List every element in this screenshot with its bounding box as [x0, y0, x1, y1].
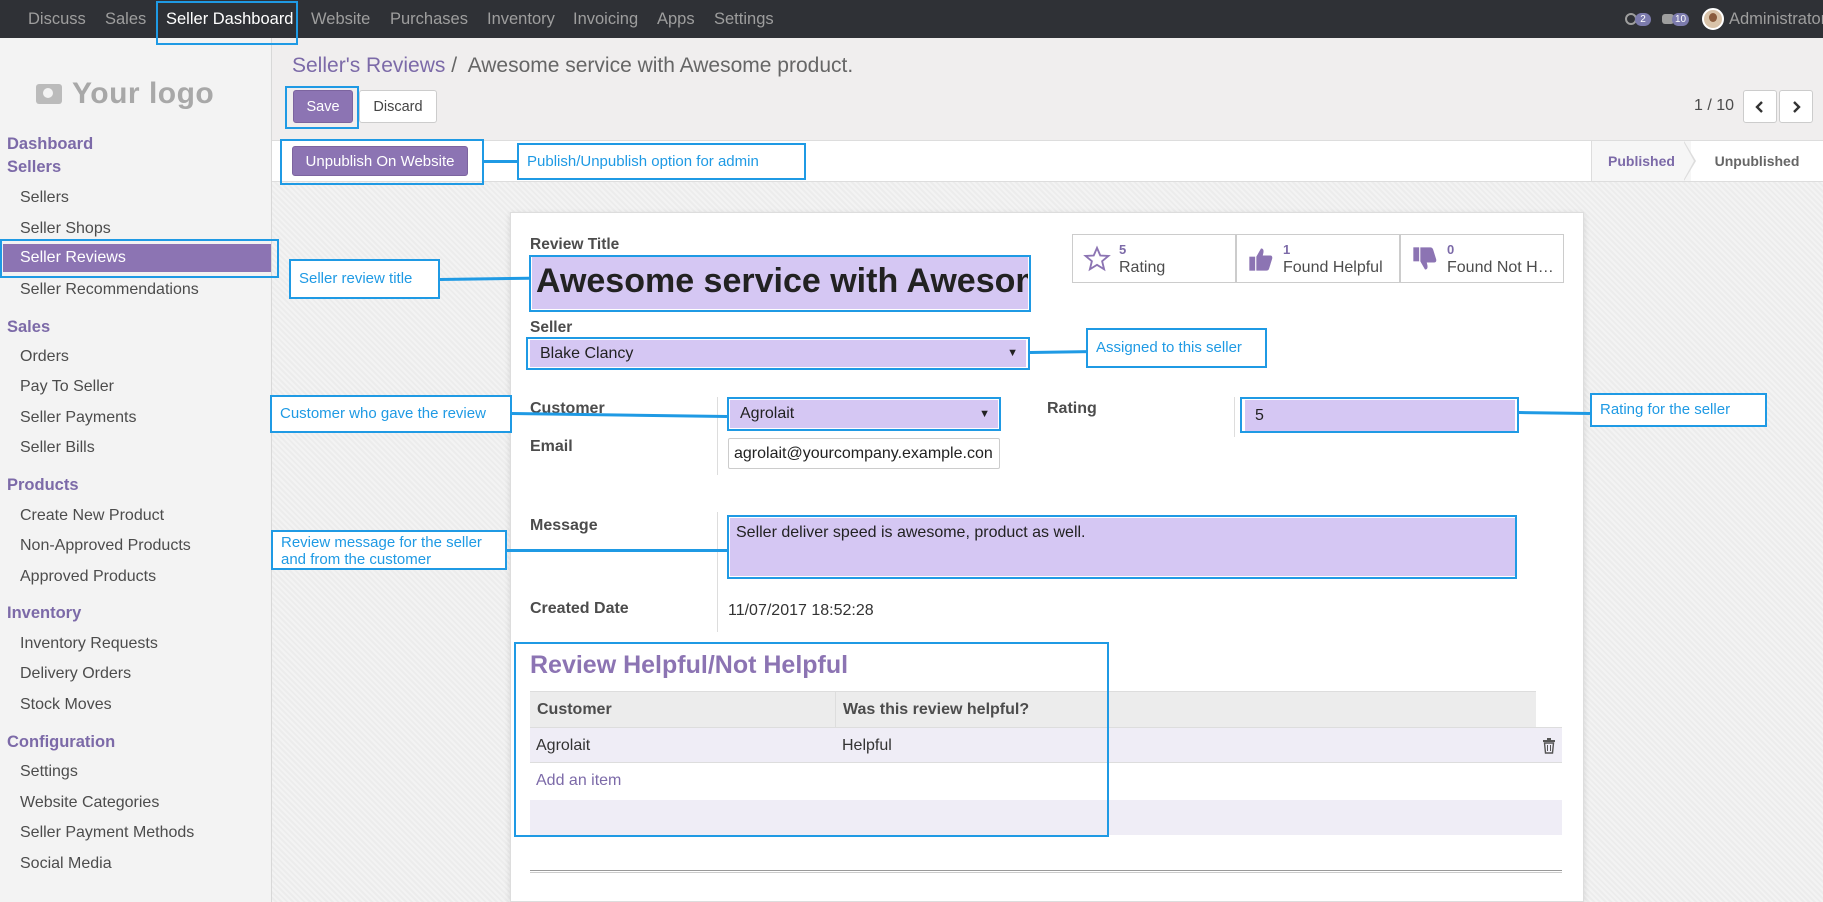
- pager-previous-button[interactable]: [1743, 90, 1777, 123]
- annotation-connector: [484, 160, 517, 163]
- annotation-rating: Rating for the seller: [1590, 393, 1767, 427]
- annotation-message-line1: Review message for the seller: [281, 534, 482, 551]
- sidebar-item-inventory-requests[interactable]: Inventory Requests: [20, 635, 158, 653]
- annotation-highlight-message: [727, 515, 1517, 579]
- annotation-highlight-title: [529, 255, 1031, 312]
- sidebar-section-products: Products: [7, 476, 79, 494]
- annotation-title: Seller review title: [289, 259, 440, 299]
- sidebar-section-sellers: Sellers: [7, 158, 62, 176]
- logo-text: Your logo: [72, 77, 215, 110]
- sidebar-section-configuration: Configuration: [7, 733, 116, 751]
- breadcrumb-parent[interactable]: Seller's Reviews: [292, 54, 445, 77]
- found-helpful-stat-value: 1: [1283, 242, 1291, 257]
- menu-inventory[interactable]: Inventory: [487, 0, 555, 38]
- chevron-left-icon: [1755, 100, 1763, 113]
- trash-icon[interactable]: [1542, 738, 1556, 754]
- rating-stat-button[interactable]: 5 Rating: [1072, 234, 1236, 283]
- annotation-highlight-seller-dashboard: [156, 1, 298, 45]
- avatar: [1702, 8, 1724, 30]
- found-not-helpful-stat-value: 0: [1447, 242, 1455, 257]
- chevron-right-icon: [1793, 100, 1801, 113]
- sidebar-item-seller-payments[interactable]: Seller Payments: [20, 409, 137, 427]
- annotation-publish: Publish/Unpublish option for admin: [517, 143, 806, 180]
- annotation-customer: Customer who gave the review: [270, 395, 512, 433]
- sidebar-item-seller-payment-methods[interactable]: Seller Payment Methods: [20, 824, 194, 842]
- breadcrumb-separator: /: [451, 54, 458, 77]
- annotation-message: Review message for the seller and from t…: [271, 530, 507, 570]
- user-name: Administrator: [1729, 9, 1823, 28]
- activity-badge: 2: [1635, 12, 1651, 26]
- annotation-highlight-seller-reviews: [0, 239, 279, 278]
- rating-label: Rating: [1047, 400, 1097, 417]
- camera-icon: [36, 84, 62, 104]
- annotation-seller: Assigned to this seller: [1086, 328, 1267, 368]
- menu-purchases[interactable]: Purchases: [390, 0, 468, 38]
- annotation-connector: [506, 549, 727, 552]
- label-divider: [717, 397, 718, 475]
- rating-stat-value: 5: [1119, 242, 1127, 257]
- found-helpful-stat-label: Found Helpful: [1283, 259, 1383, 276]
- sidebar-item-seller-shops[interactable]: Seller Shops: [20, 220, 111, 238]
- divider: [530, 870, 1562, 873]
- annotation-highlight-unpublish: [280, 139, 484, 185]
- rating-stat-label: Rating: [1119, 259, 1166, 276]
- seller-label: Seller: [530, 319, 573, 336]
- sidebar-item-seller-bills[interactable]: Seller Bills: [20, 439, 95, 457]
- menu-apps[interactable]: Apps: [657, 0, 695, 38]
- company-logo: Your logo: [36, 64, 246, 124]
- sidebar-item-delivery-orders[interactable]: Delivery Orders: [20, 665, 131, 683]
- sidebar-item-settings[interactable]: Settings: [20, 763, 78, 781]
- annotation-highlight-rating: [1240, 397, 1519, 433]
- email-label: Email: [530, 438, 573, 455]
- sidebar-item-pay-to-seller[interactable]: Pay To Seller: [20, 378, 114, 396]
- menu-sales[interactable]: Sales: [105, 0, 146, 38]
- menu-discuss[interactable]: Discuss: [28, 0, 86, 38]
- menu-website[interactable]: Website: [311, 0, 370, 38]
- menu-invoicing[interactable]: Invoicing: [573, 0, 638, 38]
- messages-badge: 10: [1672, 12, 1690, 26]
- sidebar-item-non-approved-products[interactable]: Non-Approved Products: [20, 537, 191, 555]
- star-icon: [1083, 245, 1111, 272]
- found-not-helpful-stat-button[interactable]: 0 Found Not H…: [1400, 234, 1564, 283]
- sidebar-section-inventory: Inventory: [7, 604, 82, 622]
- annotation-message-line2: and from the customer: [281, 551, 432, 568]
- review-title-label: Review Title: [530, 236, 620, 253]
- sidebar-item-website-categories[interactable]: Website Categories: [20, 794, 159, 812]
- annotation-highlight-seller: [526, 337, 1030, 370]
- message-label: Message: [530, 517, 598, 534]
- user-menu[interactable]: Administrator: [1702, 0, 1823, 38]
- stage-published[interactable]: Published: [1591, 141, 1691, 181]
- found-not-helpful-stat-label: Found Not H…: [1447, 259, 1554, 276]
- sidebar-dashboard[interactable]: Dashboard: [7, 135, 93, 154]
- sidebar-item-approved-products[interactable]: Approved Products: [20, 568, 156, 586]
- label-divider: [717, 512, 718, 632]
- annotation-highlight-customer: [727, 397, 1001, 431]
- thumbs-up-icon: [1249, 248, 1273, 271]
- label-divider: [1234, 397, 1235, 437]
- breadcrumb-current: Awesome service with Awesome product.: [467, 54, 854, 77]
- activity-menu[interactable]: 2: [1625, 0, 1651, 38]
- pager-value: 1 / 10: [1694, 97, 1735, 114]
- sidebar-item-seller-recommendations[interactable]: Seller Recommendations: [20, 281, 199, 299]
- sidebar-section-sales: Sales: [7, 318, 51, 336]
- messages-menu[interactable]: 10: [1662, 0, 1690, 38]
- sidebar-item-social-media[interactable]: Social Media: [20, 855, 112, 873]
- discard-button[interactable]: Discard: [359, 90, 437, 123]
- created-date-label: Created Date: [530, 600, 629, 617]
- stage-unpublished[interactable]: Unpublished: [1691, 141, 1823, 181]
- breadcrumb: Seller's Reviews / Awesome service with …: [292, 54, 853, 78]
- sidebar-item-stock-moves[interactable]: Stock Moves: [20, 696, 112, 714]
- sidebar-item-orders[interactable]: Orders: [20, 348, 69, 366]
- created-date-value: 11/07/2017 18:52:28: [728, 602, 874, 619]
- thumbs-down-icon: [1413, 247, 1437, 270]
- email-field[interactable]: agrolait@yourcompany.example.con: [728, 438, 1000, 469]
- sidebar-item-create-new-product[interactable]: Create New Product: [20, 507, 164, 525]
- found-helpful-stat-button[interactable]: 1 Found Helpful: [1236, 234, 1400, 283]
- annotation-highlight-save: [285, 86, 359, 129]
- menu-settings[interactable]: Settings: [714, 0, 774, 38]
- sidebar-item-sellers[interactable]: Sellers: [20, 189, 69, 207]
- pager-next-button[interactable]: [1779, 90, 1813, 123]
- annotation-highlight-helpful-section: [514, 642, 1109, 837]
